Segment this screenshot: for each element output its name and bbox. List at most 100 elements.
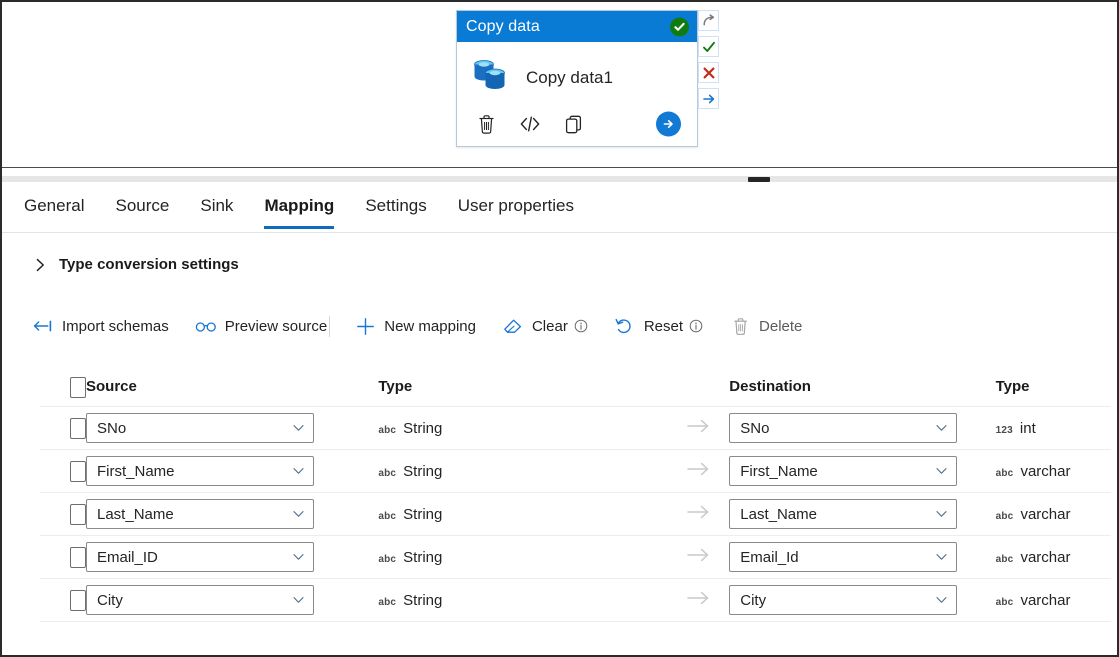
- destination-type-cell: 123 int: [996, 420, 1111, 437]
- source-field-dropdown[interactable]: Last_Name: [86, 499, 314, 529]
- type-prefix-abc-icon: abc: [378, 510, 397, 522]
- arrow-right-icon[interactable]: [698, 88, 719, 109]
- destination-type-value: varchar: [1020, 462, 1071, 480]
- copy-data-activity-mapping-screen: Copy data Copy data1 General Source Sink…: [0, 0, 1119, 657]
- source-field-dropdown[interactable]: Email_ID: [86, 542, 314, 572]
- source-field-dropdown[interactable]: First_Name: [86, 456, 314, 486]
- copy-data-activity-card[interactable]: Copy data Copy data1: [456, 10, 698, 147]
- source-field-dropdown[interactable]: SNo: [86, 413, 314, 443]
- table-row: Last_Name abc String Last_Name abc varch…: [40, 493, 1111, 536]
- splitter-track: [2, 176, 1117, 182]
- info-icon[interactable]: [689, 319, 703, 333]
- source-field-cell: SNo: [86, 413, 378, 443]
- source-field-cell: Last_Name: [86, 499, 378, 529]
- column-header-destination-type: Type: [996, 378, 1111, 396]
- chevron-down-icon: [292, 465, 304, 477]
- command-label: Import schemas: [62, 317, 169, 335]
- command-label: Reset: [643, 317, 684, 335]
- check-icon[interactable]: [698, 36, 719, 57]
- code-brackets-icon[interactable]: [515, 110, 545, 138]
- command-label: New mapping: [384, 317, 476, 335]
- source-type-value: String: [403, 419, 443, 437]
- source-type-cell: abc String: [378, 420, 671, 437]
- activity-card-title: Copy data: [466, 17, 540, 35]
- type-conversion-settings-label: Type conversion settings: [59, 256, 239, 273]
- tab-settings[interactable]: Settings: [365, 188, 426, 229]
- mapping-arrow-cell: [672, 504, 730, 525]
- table-row: Email_ID abc String Email_Id abc varchar: [40, 536, 1111, 579]
- tab-user-properties[interactable]: User properties: [458, 188, 574, 229]
- type-prefix-abc-icon: abc: [995, 510, 1014, 522]
- destination-field-value: SNo: [740, 419, 770, 437]
- row-checkbox[interactable]: [70, 417, 86, 439]
- row-select-cell: [40, 589, 86, 611]
- dependency-icon-rail: [698, 10, 720, 109]
- column-header-source: Source: [86, 378, 378, 396]
- arrow-right-circle-icon[interactable]: [656, 111, 681, 137]
- source-field-dropdown[interactable]: City: [86, 585, 314, 615]
- destination-field-dropdown[interactable]: First_Name: [729, 456, 958, 486]
- copy-data-database-icon: [470, 57, 512, 100]
- preview-source-button[interactable]: Preview source: [195, 316, 327, 336]
- reset-button[interactable]: Reset: [614, 316, 703, 336]
- type-prefix-abc-icon: abc: [378, 424, 397, 436]
- source-field-cell: First_Name: [86, 456, 378, 486]
- destination-type-cell: abc varchar: [996, 463, 1111, 480]
- select-all-checkbox[interactable]: [70, 376, 86, 398]
- import-schemas-button[interactable]: Import schemas: [32, 316, 169, 336]
- trash-icon[interactable]: [471, 110, 501, 138]
- activity-name: Copy data1: [526, 68, 613, 87]
- arrow-right-icon: [687, 504, 713, 525]
- splitter-grip-handle[interactable]: [748, 177, 770, 182]
- trash-icon: [729, 316, 751, 336]
- source-type-cell: abc String: [378, 592, 671, 609]
- clear-button[interactable]: Clear: [502, 316, 588, 336]
- destination-type-value: varchar: [1020, 591, 1071, 609]
- destination-field-dropdown[interactable]: Last_Name: [729, 499, 958, 529]
- row-checkbox[interactable]: [70, 546, 86, 568]
- command-label: Delete: [759, 317, 803, 335]
- delete-button[interactable]: Delete: [729, 316, 802, 336]
- column-header-destination: Destination: [729, 378, 995, 396]
- type-conversion-settings-toggle[interactable]: Type conversion settings: [32, 256, 239, 273]
- destination-field-dropdown[interactable]: City: [729, 585, 958, 615]
- chevron-down-icon: [292, 594, 304, 606]
- chevron-right-icon: [32, 257, 48, 273]
- import-schemas-icon: [32, 316, 54, 336]
- tab-label: Settings: [365, 196, 427, 215]
- mapping-arrow-cell: [672, 461, 730, 482]
- destination-field-value: Last_Name: [740, 505, 817, 523]
- source-type-value: String: [403, 591, 443, 609]
- type-prefix-abc-icon: abc: [995, 553, 1014, 565]
- row-checkbox[interactable]: [70, 460, 86, 482]
- row-select-cell: [40, 417, 86, 439]
- type-prefix-abc-icon: abc: [378, 467, 397, 479]
- cross-icon[interactable]: [698, 62, 719, 83]
- chevron-down-icon: [935, 465, 947, 477]
- select-all-cell: [40, 376, 86, 398]
- chevron-down-icon: [292, 551, 304, 563]
- properties-tablist: General Source Sink Mapping Settings Use…: [2, 188, 1117, 233]
- activity-card-header: Copy data: [457, 11, 697, 42]
- undo-icon: [614, 316, 636, 336]
- tab-source[interactable]: Source: [115, 188, 169, 229]
- info-icon[interactable]: [574, 319, 588, 333]
- destination-field-value: City: [740, 591, 767, 609]
- destination-field-dropdown[interactable]: Email_Id: [729, 542, 958, 572]
- duplicate-icon[interactable]: [559, 110, 589, 138]
- row-checkbox[interactable]: [70, 589, 86, 611]
- table-header-row: Source Type Destination Type: [40, 368, 1111, 407]
- tab-sink[interactable]: Sink: [200, 188, 233, 229]
- tab-mapping[interactable]: Mapping: [264, 188, 334, 229]
- destination-type-value: varchar: [1020, 505, 1071, 523]
- destination-field-dropdown[interactable]: SNo: [729, 413, 958, 443]
- destination-field-cell: SNo: [729, 413, 995, 443]
- chevron-down-icon: [292, 508, 304, 520]
- panel-splitter[interactable]: [2, 170, 1117, 182]
- mapping-arrow-cell: [672, 418, 730, 439]
- row-checkbox[interactable]: [70, 503, 86, 525]
- skip-arrow-icon[interactable]: [698, 10, 719, 31]
- chevron-down-icon: [935, 551, 947, 563]
- new-mapping-button[interactable]: New mapping: [354, 316, 476, 336]
- tab-general[interactable]: General: [24, 188, 84, 229]
